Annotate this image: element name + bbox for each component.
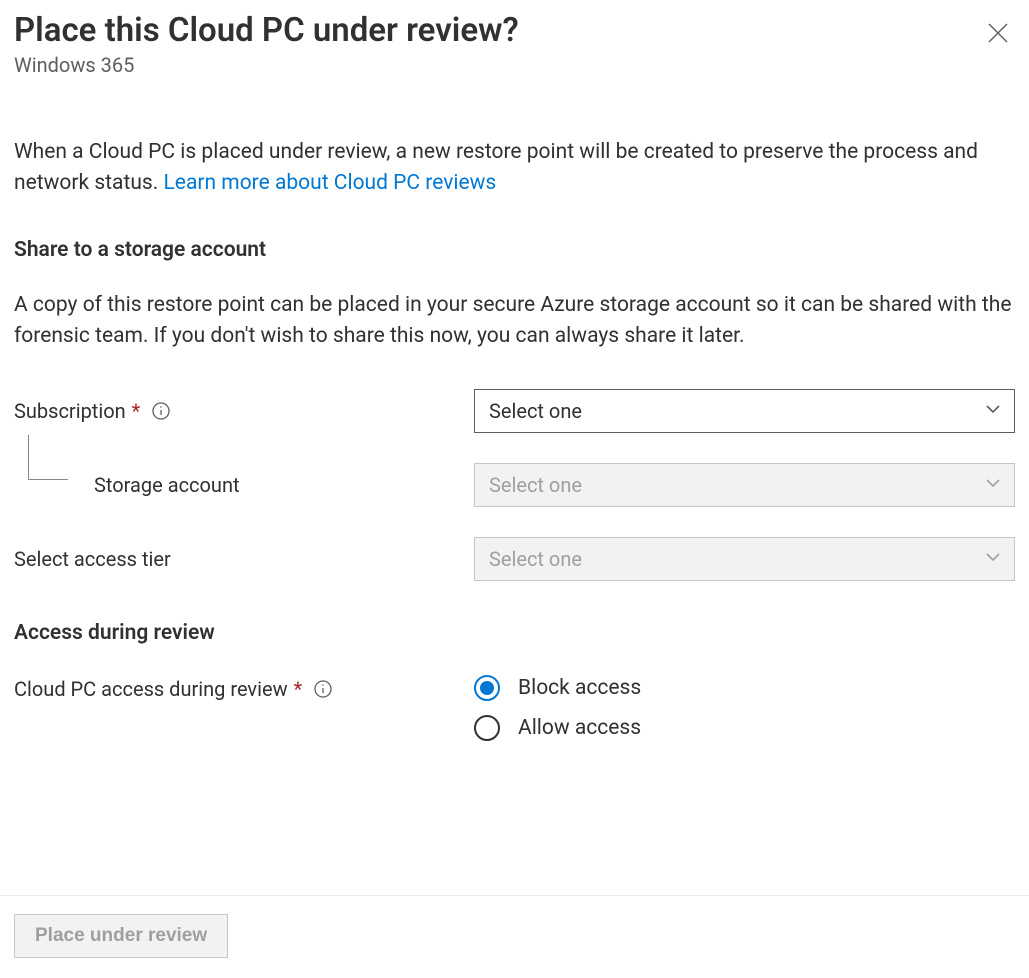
close-button[interactable] [981,16,1015,50]
subscription-select[interactable]: Select one [474,389,1015,433]
info-icon[interactable] [152,402,170,420]
chevron-down-icon [984,399,1002,423]
radio-icon [474,715,500,741]
close-icon [987,22,1009,44]
place-under-review-button[interactable]: Place under review [14,914,228,958]
intro-text: When a Cloud PC is placed under review, … [14,137,1015,198]
access-tier-select-value: Select one [489,547,582,571]
share-section-heading: Share to a storage account [14,238,1015,262]
storage-account-select-value: Select one [489,473,582,497]
dialog-header: Place this Cloud PC under review? Window… [14,10,1015,77]
subscription-field-row: Subscription * Select one [14,389,1015,433]
radio-icon [474,675,500,701]
radio-block-access[interactable]: Block access [474,675,641,701]
access-during-review-label: Cloud PC access during review [14,677,288,701]
radio-block-access-label: Block access [518,676,641,700]
share-section-description: A copy of this restore point can be plac… [14,290,1015,351]
info-icon[interactable] [314,680,332,698]
radio-allow-access-label: Allow access [518,716,641,740]
required-indicator: * [132,399,141,423]
storage-account-field-row: Storage account Select one [14,463,1015,507]
chevron-down-icon [984,547,1002,571]
dialog-subtitle: Windows 365 [14,53,519,77]
dialog-footer: Place under review [0,895,1029,978]
learn-more-link[interactable]: Learn more about Cloud PC reviews [164,171,497,195]
access-radio-group: Block access Allow access [474,675,641,741]
dialog-title: Place this Cloud PC under review? [14,10,519,51]
storage-account-label: Storage account [94,473,240,497]
storage-account-select: Select one [474,463,1015,507]
chevron-down-icon [984,473,1002,497]
radio-allow-access[interactable]: Allow access [474,715,641,741]
required-indicator: * [294,677,303,701]
access-section-heading: Access during review [14,621,1015,645]
subscription-label: Subscription [14,399,126,423]
access-tier-select: Select one [474,537,1015,581]
access-tier-label: Select access tier [14,547,171,571]
access-tier-field-row: Select access tier Select one [14,537,1015,581]
subscription-select-value: Select one [489,399,582,423]
